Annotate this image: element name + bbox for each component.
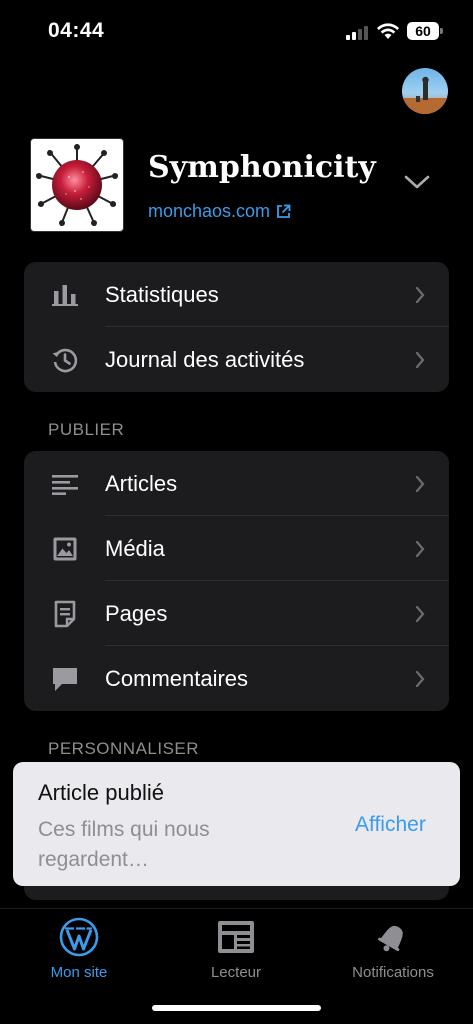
- tab-label: Lecteur: [210, 964, 262, 981]
- site-logo-image: [36, 144, 118, 226]
- media-icon: [50, 534, 80, 564]
- view-post-button[interactable]: Afficher: [355, 813, 426, 837]
- history-icon: [50, 345, 80, 375]
- chevron-right-icon: [415, 475, 425, 492]
- tab-mon-site[interactable]: Mon site: [19, 917, 139, 981]
- site-logo[interactable]: [30, 138, 124, 232]
- chevron-right-icon: [415, 605, 425, 622]
- menu-item-articles[interactable]: Articles: [24, 451, 449, 516]
- menu-item-commentaires[interactable]: Commentaires: [24, 646, 449, 711]
- menu-item-label: Articles: [105, 470, 178, 496]
- signal-icon: [346, 26, 370, 40]
- menu-item-label: Commentaires: [105, 665, 249, 691]
- tab-lecteur[interactable]: Lecteur: [176, 917, 296, 981]
- user-avatar[interactable]: [402, 68, 448, 114]
- menu-item-label: Statistiques: [105, 281, 219, 307]
- battery-tip: [440, 28, 443, 34]
- site-url-text: monchaos.com: [148, 201, 271, 221]
- site-url-link[interactable]: monchaos.com: [148, 201, 291, 222]
- chevron-right-icon: [415, 540, 425, 557]
- section-title-publier: PUBLIER: [48, 420, 125, 439]
- home-indicator[interactable]: [152, 1005, 321, 1011]
- menu-item-statistiques[interactable]: Statistiques: [24, 262, 449, 327]
- menu-item-journal[interactable]: Journal des activités: [24, 327, 449, 392]
- menu-item-label: Journal des activités: [105, 346, 305, 372]
- stats-icon: [50, 280, 80, 310]
- bell-icon: [373, 917, 413, 957]
- comments-icon: [50, 664, 80, 694]
- reader-icon: [216, 917, 256, 957]
- menu-item-label: Pages: [105, 600, 168, 626]
- tab-label: Notifications: [352, 964, 434, 981]
- battery-icon: 60: [407, 22, 439, 40]
- wordpress-icon: [59, 917, 99, 957]
- section-title-personnaliser: PERSONNALISER: [48, 739, 200, 758]
- site-header: Symphonicity monchaos.com: [30, 138, 450, 232]
- chevron-right-icon: [415, 670, 425, 687]
- wifi-icon: [377, 23, 399, 39]
- publish-card: Articles Média Pages Commentaires: [24, 451, 449, 711]
- avatar-image: [402, 76, 448, 114]
- stats-card: Statistiques Journal des activités: [24, 262, 449, 392]
- status-bar: 04:44 60: [0, 0, 473, 60]
- site-title[interactable]: Symphonicity: [148, 150, 376, 185]
- menu-item-label: Média: [105, 535, 165, 561]
- status-time: 04:44: [48, 19, 105, 42]
- chevron-down-icon[interactable]: [404, 174, 430, 190]
- notice-title: Article publié: [38, 780, 164, 805]
- chevron-right-icon: [415, 351, 425, 368]
- pages-icon: [50, 599, 80, 629]
- published-notice: Article publié Ces films qui nous regard…: [13, 762, 460, 886]
- external-link-icon: [277, 204, 291, 218]
- chevron-right-icon: [415, 286, 425, 303]
- tab-notifications[interactable]: Notifications: [333, 917, 453, 981]
- posts-icon: [50, 469, 80, 499]
- menu-item-pages[interactable]: Pages: [24, 581, 449, 646]
- notice-message: Ces films qui nous regardent…: [38, 818, 210, 871]
- tab-label: Mon site: [50, 964, 108, 981]
- menu-item-media[interactable]: Média: [24, 516, 449, 581]
